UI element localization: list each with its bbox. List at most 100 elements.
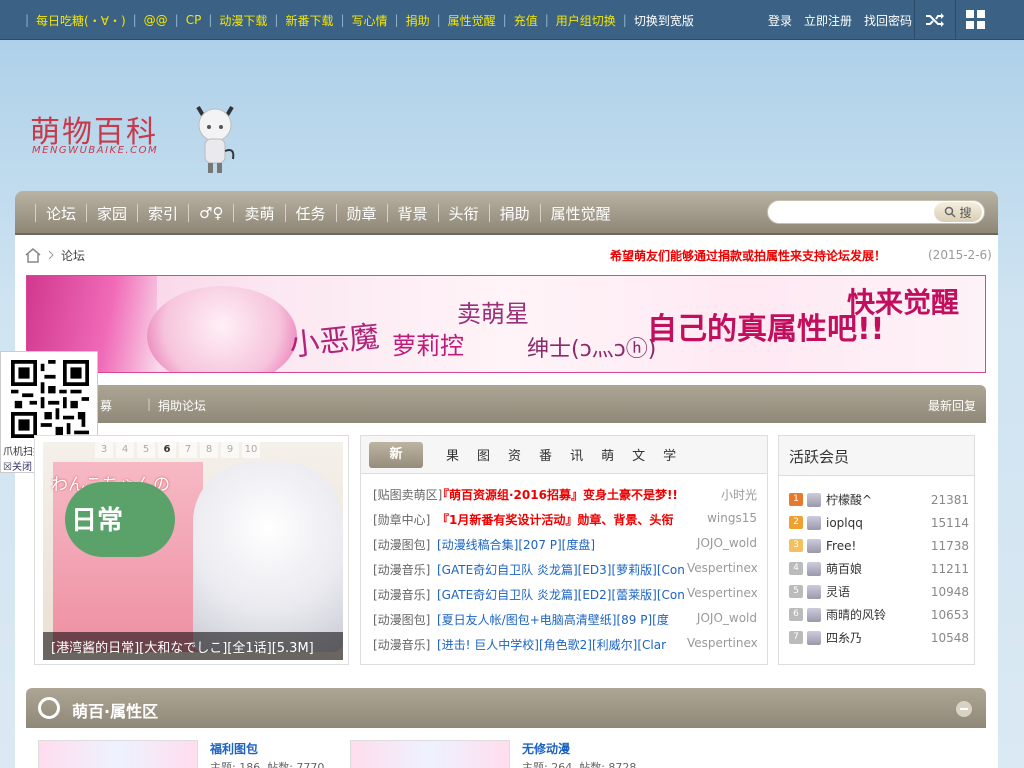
top-link-donate[interactable]: 捐助 bbox=[402, 12, 434, 29]
tab-moe[interactable]: 萌 bbox=[592, 445, 623, 464]
forum-thumbnail[interactable] bbox=[350, 740, 510, 768]
post-title[interactable]: [动漫线稿合集][207 P][度盘] bbox=[437, 536, 687, 561]
page-3[interactable]: 3 bbox=[95, 442, 113, 458]
tab-anime[interactable]: 番 bbox=[530, 445, 561, 464]
page-4[interactable]: 4 bbox=[116, 442, 134, 458]
page-10[interactable]: 10 bbox=[242, 442, 260, 458]
top-link-awaken[interactable]: 属性觉醒 bbox=[444, 12, 500, 29]
promo-banner[interactable]: 小恶魔 萝莉控 卖萌星 绅士(ↄ灬ↄⓗ) 自己的真属性吧!! 快来觉醒 bbox=[26, 275, 986, 373]
post-author[interactable]: wings15 bbox=[687, 511, 757, 536]
nav-titles[interactable]: 头衔 bbox=[439, 203, 489, 224]
avatar[interactable] bbox=[807, 630, 821, 645]
home-icon[interactable] bbox=[25, 247, 41, 263]
forum-name[interactable]: 福利图包 bbox=[210, 740, 258, 757]
qr-close-button[interactable]: ☒关闭 bbox=[3, 458, 32, 473]
notice-text[interactable]: 希望萌友们能够通过捐款或拍属性来支持论坛发展！ bbox=[610, 247, 886, 264]
forum-name[interactable]: 无修动漫 bbox=[522, 740, 570, 757]
member-name[interactable]: 四糸乃 bbox=[826, 629, 931, 646]
search-button[interactable]: 搜 bbox=[934, 202, 982, 222]
nav-forum[interactable]: 论坛 bbox=[36, 203, 86, 224]
top-link-mood[interactable]: 写心情 bbox=[348, 12, 392, 29]
nav-moe[interactable]: 卖萌 bbox=[234, 203, 284, 224]
post-title[interactable]: 『1月新番有奖设计活动』勋章、背景、头衔 bbox=[437, 511, 687, 536]
breadcrumb-current[interactable]: 论坛 bbox=[61, 247, 85, 264]
post-title[interactable]: 『萌百资源组·2016招募』变身土豪不是梦!! bbox=[437, 486, 687, 511]
post-category[interactable]: [勋章中心] bbox=[373, 511, 437, 536]
post-title[interactable]: [GATE奇幻自卫队 炎龙篇][ED3][萝莉版][Con bbox=[437, 561, 687, 586]
top-link-at[interactable]: @@ bbox=[140, 13, 172, 27]
tab-image[interactable]: 图 bbox=[468, 445, 499, 464]
slideshow-caption[interactable]: [港湾酱的日常][大和なでしこ][全1话][5.3M] bbox=[43, 632, 343, 660]
page-9[interactable]: 9 bbox=[221, 442, 239, 458]
slideshow-image[interactable]: わんこちゃんの 日常 bbox=[43, 442, 343, 660]
post-author[interactable]: 小时光 bbox=[687, 486, 757, 511]
post-category[interactable]: [动漫音乐] bbox=[373, 636, 437, 661]
avatar[interactable] bbox=[807, 584, 821, 599]
tab-text[interactable]: 文 bbox=[623, 445, 654, 464]
page-6[interactable]: 6 bbox=[158, 442, 176, 458]
tab-new[interactable]: 新 bbox=[369, 441, 423, 468]
post-title[interactable]: [进击! 巨人中学校][角色歌2][利威尔][Clar bbox=[437, 636, 687, 661]
avatar[interactable] bbox=[807, 515, 821, 530]
post-title[interactable]: [夏日友人帐/图包+电脑高清壁纸][89 P][度 bbox=[437, 611, 687, 636]
page-8[interactable]: 8 bbox=[200, 442, 218, 458]
latest-replies-link[interactable]: 最新回复 bbox=[928, 397, 976, 414]
member-name[interactable]: 雨晴的风铃 bbox=[826, 606, 931, 623]
login-link[interactable]: 登录 bbox=[768, 12, 792, 29]
site-logo[interactable]: 萌物百科 MENGWUBAIKE.COM bbox=[30, 95, 240, 180]
grid-icon[interactable] bbox=[955, 0, 995, 40]
top-link-cp[interactable]: CP bbox=[182, 13, 206, 27]
post-category[interactable]: [动漫音乐] bbox=[373, 586, 437, 611]
page-7[interactable]: 7 bbox=[179, 442, 197, 458]
nav-donate[interactable]: 捐助 bbox=[490, 203, 540, 224]
top-link-anime-download[interactable]: 动漫下载 bbox=[215, 12, 271, 29]
search-input[interactable]: 搜 bbox=[767, 200, 985, 224]
member-name[interactable]: 柠檬酸^ bbox=[826, 491, 931, 508]
post-category[interactable]: [动漫图包] bbox=[373, 611, 437, 636]
subbar-link-recruit[interactable]: 募 bbox=[100, 397, 112, 414]
member-name[interactable]: 灵语 bbox=[826, 583, 931, 600]
nav-tasks[interactable]: 任务 bbox=[286, 203, 336, 224]
section-title[interactable]: 萌百·属性区 bbox=[72, 698, 158, 722]
post-author[interactable]: JOJO_wold bbox=[687, 536, 757, 561]
wide-layout-link[interactable]: 切换到宽版 bbox=[630, 12, 698, 29]
list-item: 3 Free! 11738 bbox=[789, 534, 969, 557]
avatar[interactable] bbox=[807, 538, 821, 553]
nav-index[interactable]: 索引 bbox=[138, 203, 188, 224]
post-category[interactable]: [贴图卖萌区] bbox=[373, 486, 442, 511]
nav-awaken[interactable]: 属性觉醒 bbox=[541, 203, 621, 224]
top-link-candy[interactable]: 每日吃糖(・∀・) bbox=[32, 12, 130, 29]
forum-thumbnail[interactable] bbox=[38, 740, 198, 768]
image-slideshow[interactable]: わんこちゃんの 日常 3 4 5 6 7 8 9 10 [港湾酱的日常][大和な… bbox=[34, 435, 349, 665]
avatar[interactable] bbox=[807, 492, 821, 507]
post-author[interactable]: JOJO_wold bbox=[687, 611, 757, 636]
tab-fruit[interactable]: 果 bbox=[437, 445, 468, 464]
post-author[interactable]: Vespertinexi bbox=[687, 586, 757, 611]
member-name[interactable]: ioplqq bbox=[826, 516, 931, 530]
top-link-new-anime[interactable]: 新番下载 bbox=[281, 12, 337, 29]
member-name[interactable]: 萌百娘 bbox=[826, 560, 931, 577]
collapse-icon[interactable] bbox=[956, 701, 972, 717]
recover-password-link[interactable]: 找回密码 bbox=[864, 12, 912, 29]
avatar[interactable] bbox=[807, 607, 821, 622]
avatar[interactable] bbox=[807, 561, 821, 576]
tab-resource[interactable]: 资 bbox=[499, 445, 530, 464]
tab-news[interactable]: 讯 bbox=[561, 445, 592, 464]
member-name[interactable]: Free! bbox=[826, 539, 931, 553]
page-5[interactable]: 5 bbox=[137, 442, 155, 458]
nav-home[interactable]: 家园 bbox=[87, 203, 137, 224]
subbar-link-donate[interactable]: 捐助论坛 bbox=[158, 397, 206, 414]
nav-backgrounds[interactable]: 背景 bbox=[388, 203, 438, 224]
top-link-recharge[interactable]: 充值 bbox=[510, 12, 542, 29]
nav-medals[interactable]: 勋章 bbox=[337, 203, 387, 224]
nav-gender[interactable]: ♂♀ bbox=[189, 204, 233, 222]
post-title[interactable]: [GATE奇幻自卫队 炎龙篇][ED2][蕾莱版][Con bbox=[437, 586, 687, 611]
tab-study[interactable]: 学 bbox=[654, 445, 685, 464]
post-category[interactable]: [动漫音乐] bbox=[373, 561, 437, 586]
post-author[interactable]: Vespertinexi bbox=[687, 636, 757, 661]
top-link-usergroup[interactable]: 用户组切换 bbox=[552, 12, 620, 29]
post-author[interactable]: Vespertinexi bbox=[687, 561, 757, 586]
post-category[interactable]: [动漫图包] bbox=[373, 536, 437, 561]
shuffle-icon[interactable] bbox=[914, 0, 954, 40]
register-link[interactable]: 立即注册 bbox=[804, 12, 852, 29]
